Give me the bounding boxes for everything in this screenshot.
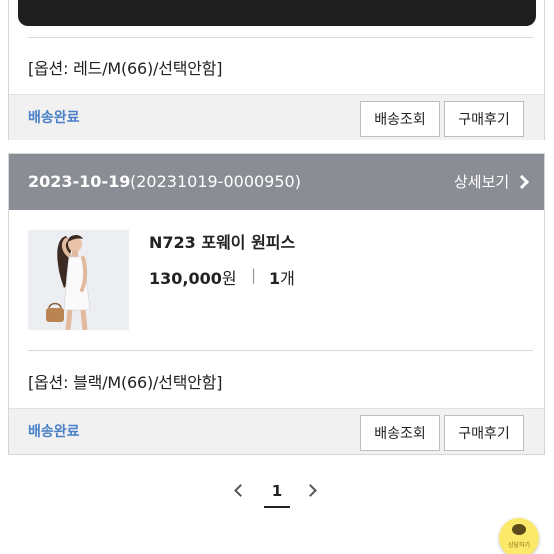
page-active-underline xyxy=(264,506,290,508)
qty-unit: 개 xyxy=(280,269,295,288)
chat-label: 상담하기 xyxy=(507,542,531,549)
track-delivery-button[interactable]: 배송조회 xyxy=(360,101,440,137)
detail-label: 상세보기 xyxy=(454,173,510,191)
product-thumbnail[interactable] xyxy=(28,230,129,330)
separator: | xyxy=(251,266,257,284)
order-footer: 배송완료 배송조회 구매후기 xyxy=(9,94,544,140)
order-footer: 배송완료 배송조회 구매후기 xyxy=(9,408,544,454)
order-card-1: [옵션: 레드/M(66)/선택안함] 배송완료 배송조회 구매후기 xyxy=(8,0,545,140)
order-date: 2023-10-19 xyxy=(28,172,131,191)
qty-value: 1 xyxy=(269,269,281,288)
product-quantity: 1개 xyxy=(269,265,295,289)
status-badge: 배송완료 xyxy=(28,424,80,440)
option-text: [옵션: 레드/M(66)/선택안함] xyxy=(28,59,223,78)
write-review-button[interactable]: 구매후기 xyxy=(444,415,524,451)
product-image xyxy=(28,230,129,330)
banner-bottom xyxy=(18,0,536,26)
option-text: [옵션: 블랙/M(66)/선택안함] xyxy=(28,373,223,392)
order-card-2: 2023-10-19 (20231019-0000950) 상세보기 N723 … xyxy=(8,153,545,455)
chevron-right-icon xyxy=(515,174,530,189)
chat-button[interactable]: 상담하기 xyxy=(499,518,539,554)
page-number-current[interactable]: 1 xyxy=(265,482,289,500)
track-delivery-button[interactable]: 배송조회 xyxy=(360,415,440,451)
price-unit: 원 xyxy=(221,269,237,288)
pagination: 1 xyxy=(0,478,554,508)
divider xyxy=(28,37,533,38)
divider xyxy=(28,350,533,351)
order-number: (20231019-0000950) xyxy=(130,172,301,191)
write-review-button[interactable]: 구매후기 xyxy=(444,101,524,137)
order-detail-link[interactable]: 상세보기 xyxy=(454,171,530,192)
product-name[interactable]: N723 포웨이 원피스 xyxy=(149,229,295,253)
chevron-left-icon[interactable] xyxy=(234,484,247,497)
price-value: 130,000 xyxy=(149,269,222,288)
product-price: 130,000원 xyxy=(149,265,237,289)
order-header: 2023-10-19 (20231019-0000950) 상세보기 xyxy=(9,154,544,210)
chevron-right-icon[interactable] xyxy=(304,484,317,497)
status-badge: 배송완료 xyxy=(28,110,80,126)
chat-icon xyxy=(512,524,526,535)
